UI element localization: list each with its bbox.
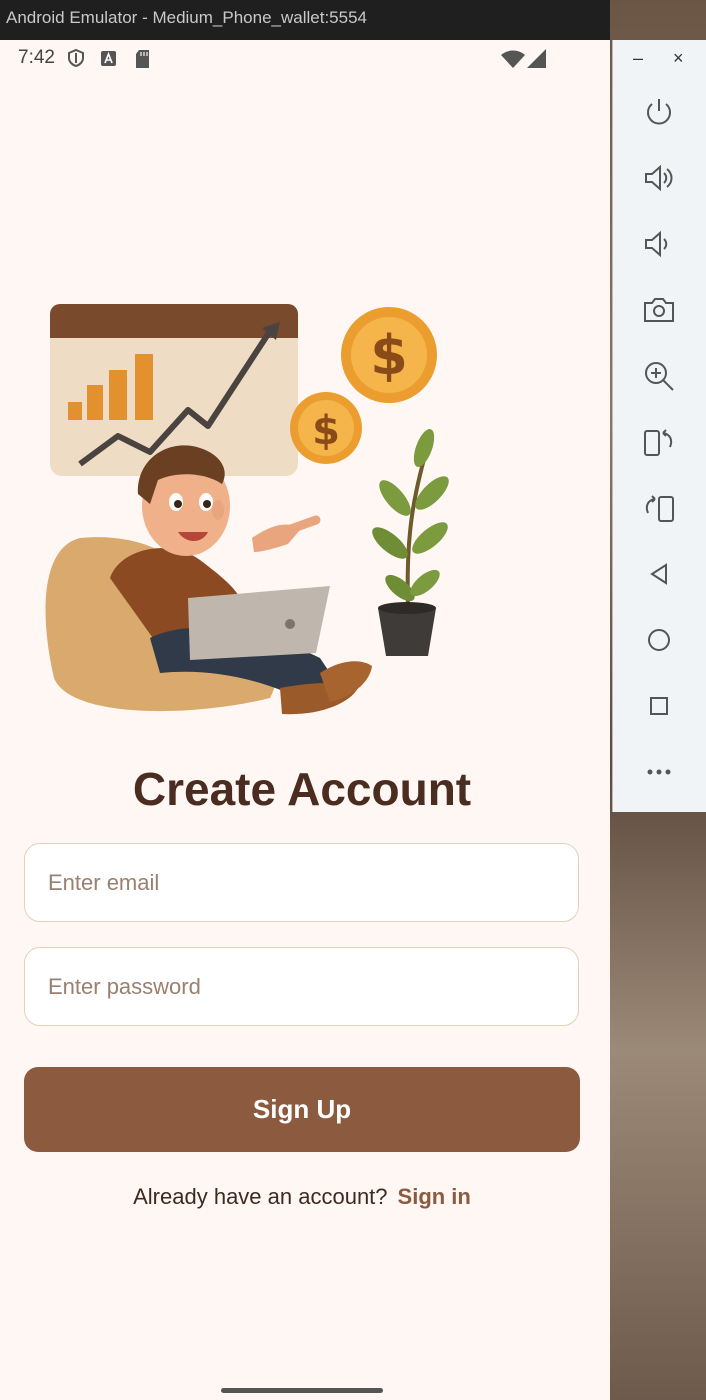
signin-prompt: Already have an account? bbox=[133, 1184, 388, 1209]
minimize-button[interactable]: – bbox=[633, 48, 643, 69]
more-button[interactable] bbox=[639, 752, 679, 792]
coin-small: $ bbox=[290, 392, 362, 464]
man-on-beanbag bbox=[45, 445, 372, 715]
rotate-left-button[interactable] bbox=[639, 422, 679, 462]
email-field[interactable] bbox=[24, 843, 579, 922]
volume-down-icon bbox=[645, 230, 668, 258]
more-icon bbox=[647, 769, 671, 775]
svg-text:$: $ bbox=[312, 408, 340, 454]
rotate-right-button[interactable] bbox=[639, 488, 679, 528]
wifi-icon bbox=[501, 50, 525, 68]
volume-down-button[interactable] bbox=[639, 224, 679, 264]
signin-row: Already have an account? Sign in bbox=[0, 1184, 604, 1210]
cell-signal-icon bbox=[527, 49, 546, 68]
status-bar: 7:42 bbox=[0, 40, 610, 76]
home-icon bbox=[648, 629, 670, 651]
zoom-icon bbox=[645, 362, 674, 391]
back-button[interactable] bbox=[639, 554, 679, 594]
status-time: 7:42 bbox=[18, 47, 55, 68]
camera-icon bbox=[644, 298, 674, 322]
emulator-window-title: Android Emulator - Medium_Phone_wallet:5… bbox=[0, 0, 610, 40]
password-input[interactable] bbox=[25, 948, 578, 1025]
back-icon bbox=[650, 563, 667, 585]
volume-up-button[interactable] bbox=[639, 158, 679, 198]
font-a-icon bbox=[101, 51, 116, 66]
volume-up-icon bbox=[645, 164, 673, 192]
gesture-home-bar[interactable] bbox=[221, 1388, 383, 1393]
shield-icon bbox=[68, 48, 84, 68]
sign-up-button[interactable]: Sign Up bbox=[24, 1067, 580, 1152]
close-button[interactable]: × bbox=[673, 48, 684, 69]
email-input[interactable] bbox=[25, 844, 578, 921]
home-button[interactable] bbox=[639, 620, 679, 660]
power-button[interactable] bbox=[639, 92, 679, 132]
screenshot-button[interactable] bbox=[639, 290, 679, 330]
svg-text:$: $ bbox=[370, 324, 408, 387]
finance-illustration: $ $ bbox=[45, 304, 449, 715]
overview-button[interactable] bbox=[639, 686, 679, 726]
sign-in-link[interactable]: Sign in bbox=[398, 1184, 471, 1209]
rotate-left-icon bbox=[644, 429, 673, 456]
rotate-right-icon bbox=[645, 495, 674, 522]
overview-icon bbox=[650, 697, 668, 715]
emulator-control-panel: – × bbox=[612, 40, 706, 812]
potted-plant bbox=[372, 429, 449, 656]
zoom-button[interactable] bbox=[639, 356, 679, 396]
power-icon bbox=[647, 99, 671, 125]
phone-screen: 7:42 $ $ Create Account Enter email Sign… bbox=[0, 40, 610, 1400]
password-field[interactable] bbox=[24, 947, 579, 1026]
sd-card-icon bbox=[136, 50, 149, 68]
page-title: Create Account bbox=[132, 763, 472, 815]
coin-large: $ bbox=[341, 307, 437, 403]
